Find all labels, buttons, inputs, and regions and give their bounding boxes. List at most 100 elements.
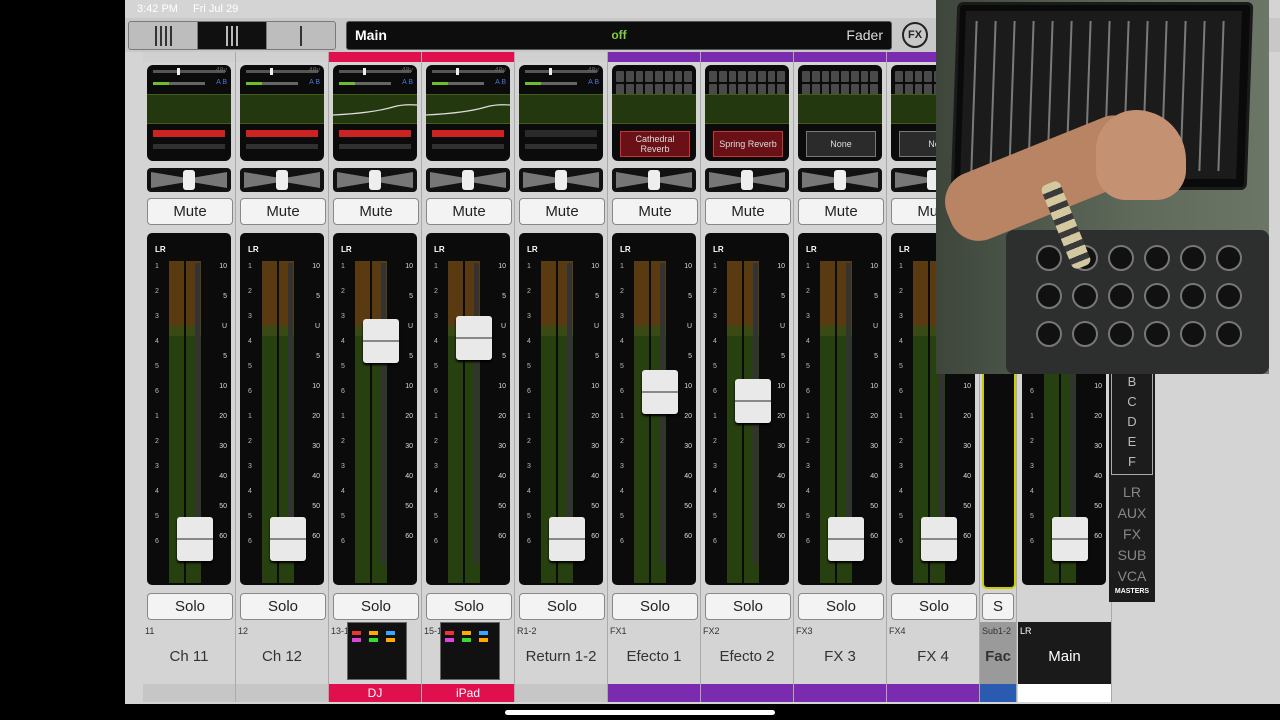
channel-strip: 48v A B Mute LR 10 5 U 5 10 20 30 40 50 60 1 2 3 4 5 6 1 2 3 4 5… bbox=[422, 52, 515, 702]
solo-button[interactable]: Solo bbox=[333, 593, 419, 620]
solo-button[interactable]: Solo bbox=[612, 593, 698, 620]
fader-cap[interactable] bbox=[270, 517, 306, 561]
processing-panel[interactable]: None bbox=[798, 65, 882, 161]
group-letter[interactable]: F bbox=[1112, 452, 1152, 472]
pan-knob[interactable] bbox=[834, 170, 846, 190]
channel-label[interactable]: 12 Ch 12 bbox=[236, 622, 328, 684]
solo-button[interactable]: Solo bbox=[426, 593, 512, 620]
pan-knob[interactable] bbox=[183, 170, 195, 190]
channel-label[interactable]: 13-14 bbox=[329, 622, 421, 684]
main-label[interactable]: LR Main bbox=[1018, 622, 1111, 684]
group-letter[interactable]: B bbox=[1112, 372, 1152, 392]
pan-control[interactable] bbox=[333, 168, 417, 192]
master-group-aux[interactable]: AUX bbox=[1109, 503, 1155, 524]
scale-tick: 5 bbox=[223, 293, 227, 300]
mix-selector-bar[interactable]: Main off Fader bbox=[346, 21, 892, 50]
channel-fader[interactable]: LR 10 5 U 5 10 20 30 40 50 60 1 2 3 4 5 6 1 2 3 4 5 6 bbox=[705, 233, 789, 585]
meter-tick: 5 bbox=[713, 363, 717, 370]
channel-fader[interactable]: LR 10 5 U 5 10 20 30 40 50 60 1 2 3 4 5 6 1 2 3 4 5 6 bbox=[612, 233, 696, 585]
processing-panel[interactable]: Cathedral Reverb bbox=[612, 65, 696, 161]
group-letter[interactable]: E bbox=[1112, 432, 1152, 452]
fx-name[interactable]: Cathedral Reverb bbox=[620, 131, 690, 157]
mute-button[interactable]: Mute bbox=[240, 198, 326, 225]
thumb-pad bbox=[479, 631, 488, 635]
fx-button[interactable]: FX bbox=[902, 22, 928, 48]
mute-button[interactable]: Mute bbox=[147, 198, 233, 225]
processing-panel[interactable]: 48v A B bbox=[147, 65, 231, 161]
pan-knob[interactable] bbox=[555, 170, 567, 190]
pan-knob[interactable] bbox=[276, 170, 288, 190]
pan-control[interactable] bbox=[798, 168, 882, 192]
pan-control[interactable] bbox=[426, 168, 510, 192]
channel-fader[interactable]: LR 10 5 U 5 10 20 30 40 50 60 1 2 3 4 5 6 1 2 3 4 5 6 bbox=[147, 233, 231, 585]
pan-control[interactable] bbox=[519, 168, 603, 192]
camera-inset bbox=[936, 0, 1269, 374]
view-faders-button[interactable] bbox=[198, 22, 267, 49]
scale-tick: 5 bbox=[316, 293, 320, 300]
meter-tick: 2 bbox=[713, 438, 717, 445]
processing-panel[interactable]: Spring Reverb bbox=[705, 65, 789, 161]
mute-button[interactable]: Mute bbox=[612, 198, 698, 225]
processing-panel[interactable]: 48v A B bbox=[333, 65, 417, 161]
fx-name[interactable]: None bbox=[806, 131, 876, 157]
solo-button[interactable]: Solo bbox=[147, 593, 233, 620]
pan-knob[interactable] bbox=[462, 170, 474, 190]
view-single-button[interactable] bbox=[267, 22, 335, 49]
master-group-sub[interactable]: SUB bbox=[1109, 545, 1155, 566]
solo-button[interactable]: Solo bbox=[519, 593, 605, 620]
mute-button[interactable]: Mute bbox=[426, 198, 512, 225]
master-group-fx[interactable]: FX bbox=[1109, 524, 1155, 545]
fader-cap[interactable] bbox=[921, 517, 957, 561]
channel-label[interactable]: FX1 Efecto 1 bbox=[608, 622, 700, 684]
solo-button[interactable]: Solo bbox=[798, 593, 884, 620]
pan-knob[interactable] bbox=[648, 170, 660, 190]
channel-label[interactable]: FX4 FX 4 bbox=[887, 622, 979, 684]
channel-label[interactable]: R1-2 Return 1-2 bbox=[515, 622, 607, 684]
mute-button[interactable]: Mute bbox=[798, 198, 884, 225]
fader-cap[interactable] bbox=[828, 517, 864, 561]
scale-tick: 5 bbox=[781, 293, 785, 300]
channel-fader[interactable]: LR 10 5 U 5 10 20 30 40 50 60 1 2 3 4 5 6 1 2 3 4 5 6 bbox=[240, 233, 324, 585]
view-meters-button[interactable] bbox=[129, 22, 198, 49]
group-letter[interactable]: D bbox=[1112, 412, 1152, 432]
solo-button[interactable]: Solo bbox=[705, 593, 791, 620]
mute-button[interactable]: Mute bbox=[519, 198, 605, 225]
pan-control[interactable] bbox=[240, 168, 324, 192]
mute-button[interactable]: Mute bbox=[333, 198, 419, 225]
channel-fader[interactable]: LR 10 5 U 5 10 20 30 40 50 60 1 2 3 4 5 6 1 2 3 4 5 6 bbox=[333, 233, 417, 585]
solo-button[interactable]: Solo bbox=[891, 593, 977, 620]
sub-solo-button[interactable]: S bbox=[982, 593, 1014, 620]
channel-label[interactable]: FX2 Efecto 2 bbox=[701, 622, 793, 684]
solo-button[interactable]: Solo bbox=[240, 593, 326, 620]
home-indicator[interactable] bbox=[505, 710, 775, 715]
channel-label[interactable]: 11 Ch 11 bbox=[143, 622, 235, 684]
mute-button[interactable]: Mute bbox=[705, 198, 791, 225]
pan-control[interactable] bbox=[705, 168, 789, 192]
channel-fader[interactable]: LR 10 5 U 5 10 20 30 40 50 60 1 2 3 4 5 6 1 2 3 4 5 6 bbox=[519, 233, 603, 585]
master-group-vca[interactable]: VCA bbox=[1109, 566, 1155, 587]
processing-panel[interactable]: 48v A B bbox=[519, 65, 603, 161]
channel-fader[interactable]: LR 10 5 U 5 10 20 30 40 50 60 1 2 3 4 5 6 1 2 3 4 5 6 bbox=[426, 233, 510, 585]
sub-label[interactable]: Sub1-2 Fac bbox=[980, 622, 1016, 684]
fader-cap[interactable] bbox=[642, 370, 678, 414]
master-group-lr[interactable]: LR bbox=[1109, 482, 1155, 503]
channel-label[interactable]: 15-16 bbox=[422, 622, 514, 684]
pan-control[interactable] bbox=[612, 168, 696, 192]
fader-cap[interactable] bbox=[456, 316, 492, 360]
fader-cap[interactable] bbox=[363, 319, 399, 363]
pan-knob[interactable] bbox=[741, 170, 753, 190]
group-letter[interactable]: C bbox=[1112, 392, 1152, 412]
pan-knob[interactable] bbox=[369, 170, 381, 190]
fader-cap[interactable] bbox=[549, 517, 585, 561]
processing-panel[interactable]: 48v A B bbox=[426, 65, 510, 161]
fader-cap[interactable] bbox=[1052, 517, 1088, 561]
channel-fader[interactable]: LR 10 5 U 5 10 20 30 40 50 60 1 2 3 4 5 6 1 2 3 4 5 6 bbox=[798, 233, 882, 585]
fader-cap[interactable] bbox=[177, 517, 213, 561]
scale-tick: 5 bbox=[688, 353, 692, 360]
processing-panel[interactable]: 48v A B bbox=[240, 65, 324, 161]
channel-label[interactable]: FX3 FX 3 bbox=[794, 622, 886, 684]
pan-control[interactable] bbox=[147, 168, 231, 192]
fx-name[interactable]: Spring Reverb bbox=[713, 131, 783, 157]
fader-cap[interactable] bbox=[735, 379, 771, 423]
fx-grid-cell bbox=[802, 71, 810, 82]
